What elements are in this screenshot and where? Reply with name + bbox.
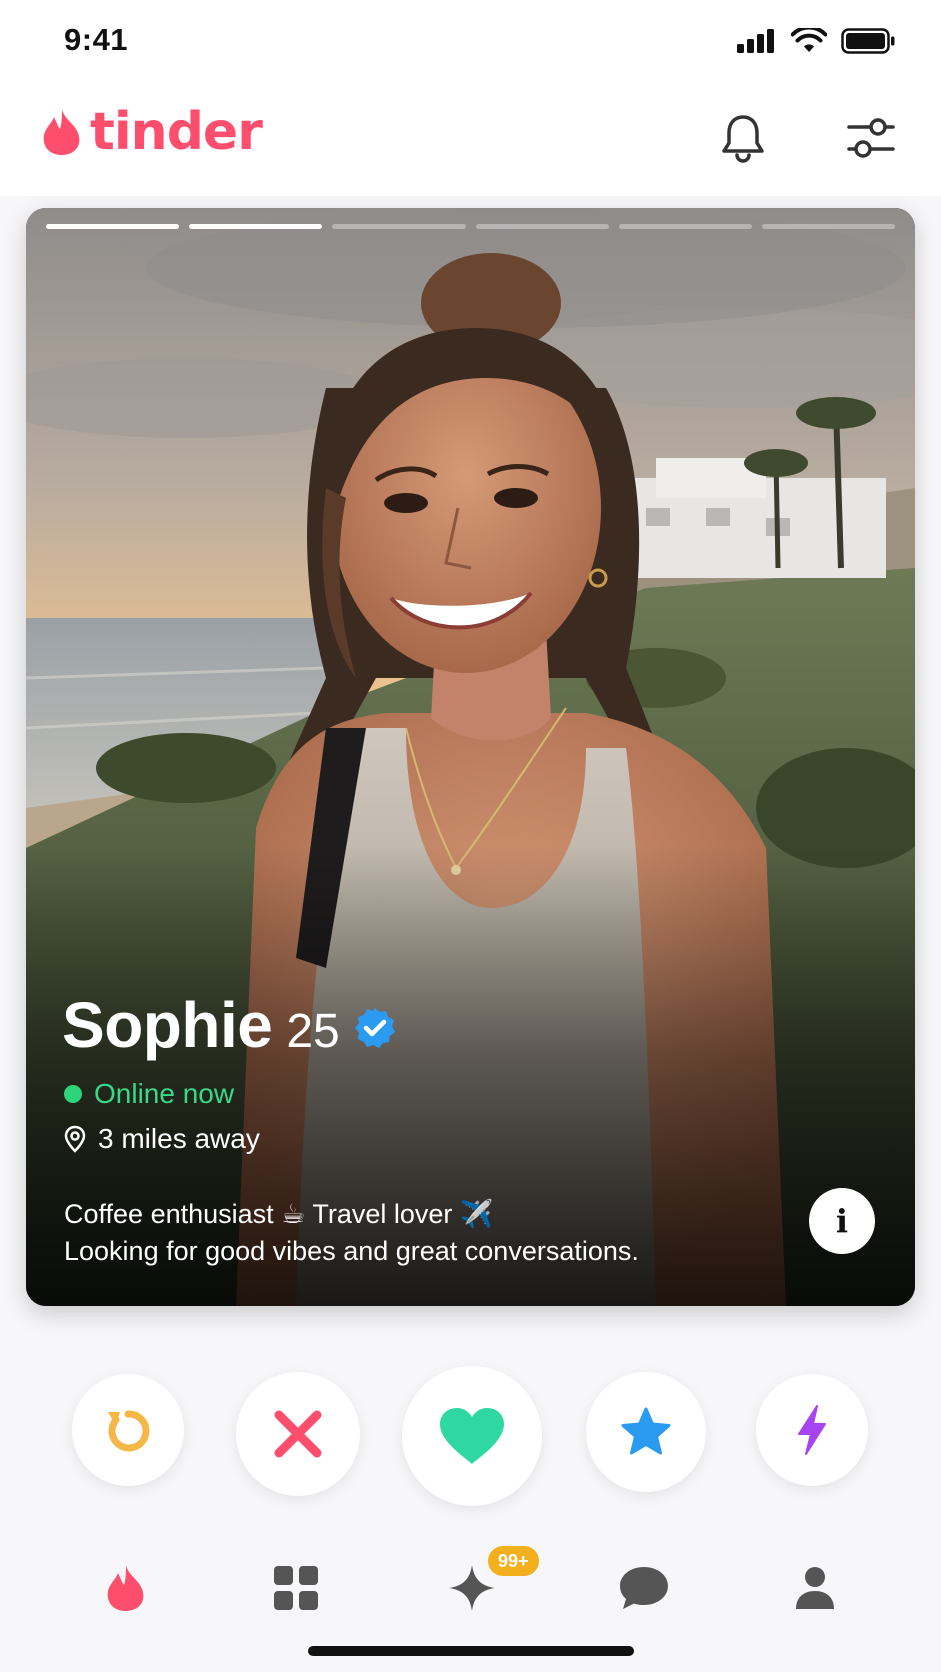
heart-icon <box>440 1408 504 1464</box>
sliders-icon <box>847 118 895 158</box>
status-time: 9:41 <box>64 22 129 57</box>
location-pin-icon <box>64 1125 86 1153</box>
profile-age: 25 <box>286 1005 340 1058</box>
app-header: tinder <box>0 86 941 196</box>
filters-button[interactable] <box>841 108 901 168</box>
grid-icon <box>274 1566 318 1610</box>
profile-info-button[interactable]: i <box>809 1188 875 1254</box>
online-status: Online now <box>64 1078 234 1110</box>
profile-name: Sophie <box>62 989 273 1061</box>
rewind-icon <box>108 1410 150 1452</box>
distance-text: 3 miles away <box>98 1123 260 1154</box>
profile-card[interactable]: Sophie 25 Online now 3 miles away Coffee… <box>26 208 915 1306</box>
chat-bubble-icon <box>620 1567 668 1609</box>
progress-segment[interactable] <box>46 224 180 229</box>
verified-badge-icon <box>354 1008 395 1048</box>
bio-line: Looking for good vibes and great convers… <box>64 1236 639 1266</box>
wifi-icon <box>791 28 827 52</box>
star-icon <box>621 1407 671 1455</box>
progress-segment[interactable] <box>618 224 752 229</box>
bio-line: Coffee enthusiast ☕ Travel lover ✈️ <box>64 1199 494 1229</box>
action-bar <box>0 1366 941 1506</box>
lightning-bolt-icon <box>798 1405 826 1455</box>
nav-profile[interactable] <box>785 1558 845 1618</box>
distance: 3 miles away <box>64 1123 260 1155</box>
online-dot <box>64 1085 82 1103</box>
close-icon <box>274 1410 322 1458</box>
super-like-button[interactable] <box>586 1372 706 1492</box>
online-status-text: Online now <box>94 1078 235 1109</box>
progress-segment[interactable] <box>332 224 466 229</box>
nav-messages[interactable] <box>614 1558 674 1618</box>
battery-icon <box>841 28 895 54</box>
brand-name: tinder <box>90 102 263 162</box>
progress-segment[interactable] <box>761 224 896 229</box>
nav-home[interactable] <box>96 1558 156 1618</box>
bottom-nav: 99+ <box>0 1530 941 1640</box>
boost-button[interactable] <box>756 1374 868 1486</box>
photo-progress <box>46 224 896 229</box>
profile-bio: Coffee enthusiast ☕ Travel lover ✈️ Look… <box>64 1196 639 1270</box>
status-icons <box>737 28 895 54</box>
flame-icon <box>107 1565 144 1611</box>
sparkle-icon <box>449 1565 495 1611</box>
progress-segment[interactable] <box>189 224 323 229</box>
bell-icon <box>722 115 764 163</box>
likes-count-badge: 99+ <box>488 1546 539 1576</box>
person-icon <box>796 1567 834 1609</box>
tinder-logo[interactable]: tinder <box>40 102 263 162</box>
progress-segment[interactable] <box>475 224 609 229</box>
nope-button[interactable] <box>236 1372 360 1496</box>
info-icon: i <box>835 1202 849 1240</box>
nav-explore[interactable] <box>266 1558 326 1618</box>
status-bar: 9:41 <box>0 0 941 86</box>
home-indicator[interactable] <box>308 1646 634 1656</box>
flame-icon <box>43 109 80 155</box>
like-button[interactable] <box>402 1366 542 1506</box>
notifications-button[interactable] <box>713 108 773 168</box>
cellular-signal-icon <box>737 29 774 53</box>
rewind-button[interactable] <box>72 1374 184 1486</box>
name-row: Sophie 25 <box>62 988 396 1062</box>
